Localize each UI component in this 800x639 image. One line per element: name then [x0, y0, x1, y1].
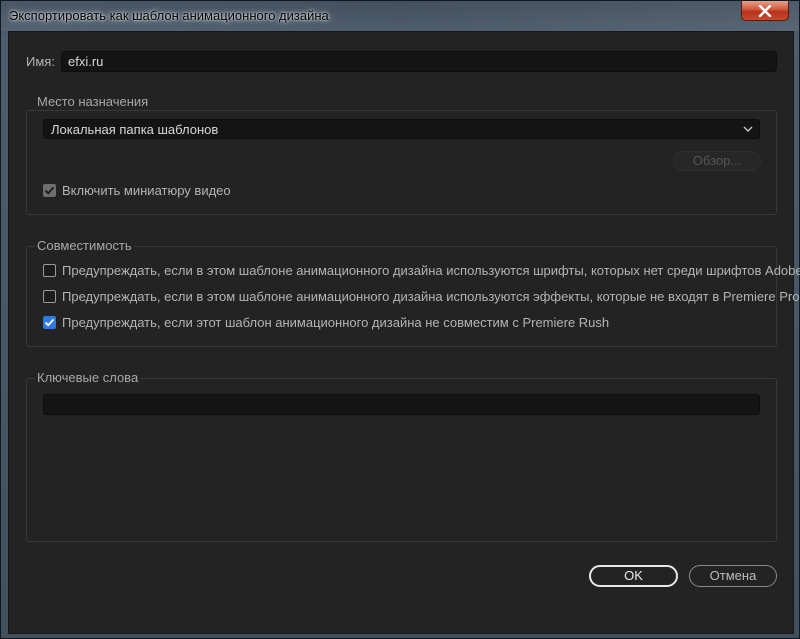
destination-select-value: Локальная папка шаблонов: [51, 122, 219, 137]
checkbox-box[interactable]: [43, 183, 56, 197]
keywords-input[interactable]: [43, 394, 760, 415]
keywords-group-title: Ключевые слова: [35, 370, 141, 385]
checkbox-box[interactable]: [43, 263, 56, 277]
include-thumbnail-label: Включить миниатюру видео: [62, 182, 231, 198]
warn-rush-label: Предупреждать, если этот шаблон анимацио…: [62, 314, 610, 330]
export-dialog-window: Экспортировать как шаблон анимационного …: [0, 0, 800, 639]
destination-select[interactable]: Локальная папка шаблонов: [43, 119, 760, 139]
checkmark-icon: [44, 318, 55, 326]
browse-button[interactable]: Обзор...: [673, 151, 761, 171]
warn-effects-checkbox[interactable]: Предупреждать, если в этом шаблоне анима…: [43, 287, 799, 305]
warn-rush-checkbox[interactable]: Предупреждать, если этот шаблон анимацио…: [43, 313, 609, 331]
dialog-content: Имя: Место назначения Локальная папка ша…: [8, 31, 800, 634]
warn-fonts-checkbox[interactable]: Предупреждать, если в этом шаблоне анима…: [43, 261, 800, 279]
title-bar[interactable]: Экспортировать как шаблон анимационного …: [1, 1, 799, 31]
name-label: Имя:: [26, 54, 55, 69]
warn-effects-label: Предупреждать, если в этом шаблоне анима…: [62, 288, 800, 304]
name-input[interactable]: [61, 51, 777, 72]
warn-fonts-label: Предупреждать, если в этом шаблоне анима…: [62, 262, 800, 278]
window-title: Экспортировать как шаблон анимационного …: [9, 8, 329, 23]
close-icon: [758, 4, 772, 17]
compatibility-group-title: Совместимость: [35, 238, 134, 253]
checkbox-box[interactable]: [43, 315, 56, 329]
ok-button[interactable]: OK: [589, 565, 678, 587]
close-button[interactable]: [741, 1, 789, 21]
checkbox-box[interactable]: [43, 289, 56, 303]
include-thumbnail-checkbox[interactable]: Включить миниатюру видео: [43, 181, 231, 199]
destination-group-title: Место назначения: [35, 94, 151, 109]
cancel-button[interactable]: Отмена: [689, 565, 777, 587]
checkmark-icon: [44, 186, 55, 194]
chevron-down-icon: [743, 126, 753, 132]
